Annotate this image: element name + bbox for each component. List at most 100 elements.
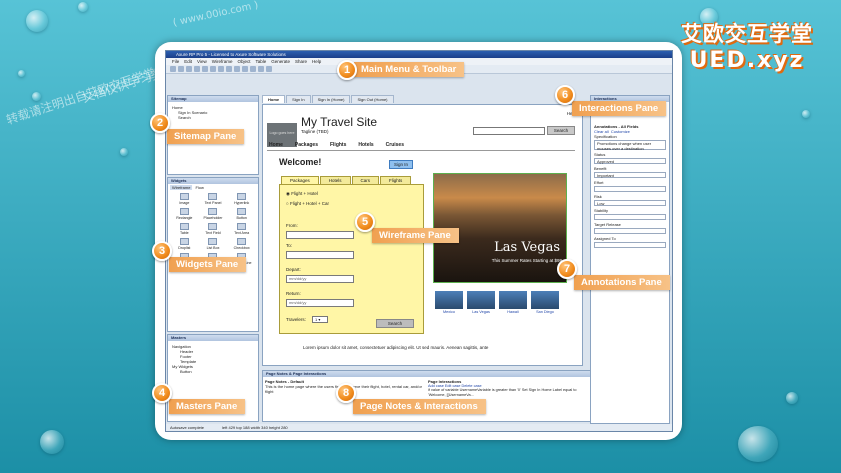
status-text: Autosave complete (170, 425, 205, 430)
callout-interactions: 6 Interactions Pane (555, 84, 667, 116)
button-widget-icon (237, 208, 247, 215)
brand-logo: 艾欧交互学堂 UED.xyz (681, 18, 813, 73)
widget-item[interactable]: Button (227, 208, 256, 220)
spec-field[interactable]: Promotions change when user mouses over … (594, 140, 666, 151)
nav-cruises[interactable]: Cruises (386, 142, 404, 148)
undo-icon[interactable] (218, 66, 224, 72)
widgets-tab-wireframe[interactable]: Wireframe (170, 185, 193, 190)
align-icon[interactable] (258, 66, 264, 72)
tab-sign-in[interactable]: Sign In (286, 95, 311, 103)
callout-number: 4 (152, 382, 172, 403)
menu-object[interactable]: Object (237, 59, 250, 64)
welcome-heading[interactable]: Welcome! (279, 157, 321, 167)
depart-label: Depart: (286, 267, 301, 272)
water-drop (738, 426, 778, 462)
bold-icon[interactable] (234, 66, 240, 72)
copy-icon[interactable] (202, 66, 208, 72)
depart-field[interactable]: mm/dd/yy (286, 275, 354, 283)
field-label: Risk (594, 194, 602, 199)
water-drop (40, 430, 64, 454)
status-field[interactable]: Approved (594, 158, 666, 164)
target-release-field[interactable] (594, 228, 666, 234)
lorem-text[interactable]: Lorem ipsum dolor sit amet, consectetuer… (303, 345, 488, 350)
redo-icon[interactable] (226, 66, 232, 72)
tab-home[interactable]: Home (262, 95, 286, 103)
widgets-tab-flow[interactable]: Flow (195, 185, 203, 190)
save-icon[interactable] (186, 66, 192, 72)
site-tagline[interactable]: Tagline (TBD) (301, 129, 329, 134)
thumb-las-vegas[interactable]: Las Vegas (467, 291, 495, 314)
widget-item[interactable]: Image (170, 193, 199, 205)
thumb-hawaii[interactable]: Hawaii (499, 291, 527, 314)
hero-title: Las Vegas (494, 240, 560, 255)
hyperlink-widget-icon (237, 193, 247, 200)
brand-line1: 艾欧交互学堂 (681, 22, 813, 46)
open-icon[interactable] (178, 66, 184, 72)
menu-edit[interactable]: Edit (184, 59, 192, 64)
booking-form-panel[interactable]: ◉ Flight + Hotel ○ Flight + Hotel + Car … (279, 184, 424, 334)
widget-item[interactable]: Text Field (199, 223, 228, 235)
travelers-select[interactable]: 1 ▾ (312, 316, 328, 323)
nav-hotels[interactable]: Hotels (358, 142, 373, 148)
tab-sign-out-home[interactable]: Sign Out (Home) (351, 95, 394, 103)
page-tabs: Home Sign In Sign In (Home) Sign Out (Ho… (262, 95, 394, 103)
new-icon[interactable] (170, 66, 176, 72)
window-title: Axure RP Pro 5 - Licensed to Axure Softw… (166, 51, 672, 58)
stability-field[interactable] (594, 214, 666, 220)
thumb-san-diego[interactable]: San Diego (531, 291, 559, 314)
page-notes-header: Page Notes & Page Interactions (263, 371, 590, 377)
nav-flights[interactable]: Flights (330, 142, 346, 148)
underline-icon[interactable] (250, 66, 256, 72)
sign-in-button[interactable]: Sign In (389, 160, 413, 169)
menu-file[interactable]: File (172, 59, 179, 64)
spec-label: Specification (594, 134, 617, 139)
radio-flight-hotel[interactable]: ◉ Flight + Hotel (286, 191, 318, 197)
widget-item[interactable]: Table (170, 223, 199, 235)
to-field[interactable] (286, 251, 354, 259)
menu-generate[interactable]: Generate (271, 59, 290, 64)
menu-view[interactable]: View (197, 59, 207, 64)
site-search-input[interactable] (473, 127, 545, 135)
nav-packages[interactable]: Packages (295, 142, 318, 148)
benefit-field[interactable]: Important (594, 172, 666, 178)
field-label: Assigned To (594, 236, 616, 241)
widget-item[interactable]: Hyperlink (227, 193, 256, 205)
widget-item[interactable]: Text Panel (199, 193, 228, 205)
callout-number: 1 (337, 59, 357, 80)
brand-line2: UED.xyz (689, 48, 805, 73)
callout-masters: 4 Masters Pane (152, 382, 246, 414)
return-field[interactable]: mm/dd/yy (286, 299, 354, 307)
form-search-button[interactable]: Search (376, 319, 414, 328)
callout-main-menu: 1 Main Menu & Toolbar (337, 59, 465, 80)
effort-field[interactable] (594, 186, 666, 192)
callout-label: Annotations Pane (574, 275, 670, 290)
callout-number: 2 (150, 112, 170, 133)
paste-icon[interactable] (210, 66, 216, 72)
callout-label: Sitemap Pane (167, 129, 245, 144)
callout-number: 5 (355, 211, 375, 232)
site-search-button[interactable]: Search (547, 126, 575, 135)
assigned-to-field[interactable] (594, 242, 666, 248)
masters-tree: Navigation Header Footer Template My Wid… (168, 341, 258, 377)
menu-help[interactable]: Help (312, 59, 321, 64)
radio-flight-hotel-car[interactable]: ○ Flight + Hotel + Car (286, 201, 329, 206)
master-item[interactable]: Button (172, 369, 254, 374)
widget-item[interactable]: Text Area (227, 223, 256, 235)
site-nav: Home Packages Flights Hotels Cruises (269, 142, 404, 148)
menu-share[interactable]: Share (295, 59, 307, 64)
cut-icon[interactable] (194, 66, 200, 72)
callout-sitemap: 2 Sitemap Pane (150, 112, 245, 144)
widget-item[interactable]: Rectangle (170, 208, 199, 220)
menu-wireframe[interactable]: Wireframe (212, 59, 233, 64)
thumb-mexico[interactable]: Mexico (435, 291, 463, 314)
risk-field[interactable]: Low (594, 200, 666, 206)
from-field[interactable] (286, 231, 354, 239)
site-title[interactable]: My Travel Site (301, 115, 377, 129)
nav-home[interactable]: Home (269, 142, 283, 148)
menu-table[interactable]: Table (256, 59, 267, 64)
widget-item[interactable]: Placeholder (199, 208, 228, 220)
group-icon[interactable] (266, 66, 272, 72)
tab-sign-in-home[interactable]: Sign In (Home) (311, 95, 351, 103)
italic-icon[interactable] (242, 66, 248, 72)
status-coords: left 429 top 188 width 340 height 280 (222, 425, 288, 430)
